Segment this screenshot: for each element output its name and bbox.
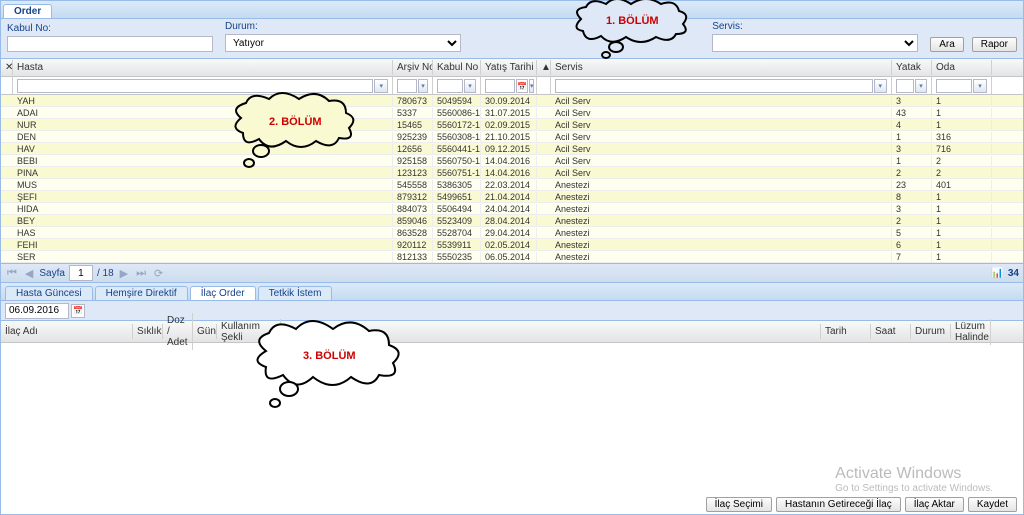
col-tarih[interactable]: Tarih [821, 324, 871, 339]
filter-yatak-dd[interactable]: ▾ [915, 79, 927, 93]
prev-page-icon[interactable]: ◀ [23, 267, 35, 280]
table-row[interactable]: BEY859046552340928.04.2014Anestezi21 [1, 215, 1023, 227]
bottom-grid-header: İlaç Adı Sıklık Doz / Adet Gün Kullanım … [1, 321, 1023, 343]
filter-tarih-dd[interactable]: ▾ [529, 79, 535, 93]
col-ilac-adi[interactable]: İlaç Adı [1, 324, 133, 339]
sub-tab-bar: Hasta Güncesi Hemşire Direktif İlaç Orde… [1, 283, 1023, 301]
table-row[interactable]: HAS863528552870429.04.2014Anestezi51 [1, 227, 1023, 239]
col-servis[interactable]: Servis [551, 60, 892, 75]
servis-label: Servis: [712, 21, 922, 32]
hastanin-getirecegi-button[interactable]: Hastanın Getireceği İlaç [776, 497, 901, 512]
servis-select[interactable] [712, 34, 918, 52]
col-oda[interactable]: Oda [932, 60, 992, 75]
grid-header: ✕ Hasta Arşiv No Kabul No Yatış Tarihi ▲… [1, 59, 1023, 77]
kabul-no-input[interactable] [7, 36, 213, 52]
top-tab-bar: Order [1, 1, 1023, 19]
pager-count: 34 [1008, 268, 1019, 279]
footer-buttons: İlaç Seçimi Hastanın Getireceği İlaç İla… [706, 497, 1017, 512]
filter-yatak[interactable] [896, 79, 914, 93]
table-row[interactable]: YAH780673504959430.09.2014Acil Serv31 [1, 95, 1023, 107]
calendar-icon[interactable]: 📅 [516, 79, 528, 93]
pager: ⏮ ◀ Sayfa / 18 ▶ ⏭ ⟳ 📊 34 [1, 263, 1023, 283]
pager-total: / 18 [97, 268, 114, 279]
table-row[interactable]: NUR154655560172-102.09.2015Acil Serv41 [1, 119, 1023, 131]
table-row[interactable]: FEHI920112553991102.05.2014Anestezi61 [1, 239, 1023, 251]
tab-ilac-order[interactable]: İlaç Order [190, 286, 256, 300]
col-durum[interactable]: Durum [911, 324, 951, 339]
grid-filter-row: ▾ ▾ ▾ 📅▾ ▾ ▾ ▾ [1, 77, 1023, 95]
grid-body: YAH780673504959430.09.2014Acil Serv31ADA… [1, 95, 1023, 263]
pager-label: Sayfa [39, 268, 65, 279]
tab-tetkik-istem[interactable]: Tetkik İstem [258, 286, 333, 300]
filter-kabul-dd[interactable]: ▾ [464, 79, 476, 93]
table-row[interactable]: HIDA884073550649424.04.2014Anestezi31 [1, 203, 1023, 215]
filter-servis-dd[interactable]: ▾ [874, 79, 887, 93]
col-kabul-no[interactable]: Kabul No [433, 60, 481, 75]
date-calendar-icon[interactable]: 📅 [71, 304, 85, 318]
table-row[interactable]: PINA1231235560751-114.04.2016Acil Serv22 [1, 167, 1023, 179]
filter-hasta-dd[interactable]: ▾ [374, 79, 388, 93]
tab-hemsire-direktif[interactable]: Hemşire Direktif [95, 286, 188, 300]
ilac-secimi-button[interactable]: İlaç Seçimi [706, 497, 772, 512]
page-input[interactable] [69, 265, 93, 281]
durum-label: Durum: [225, 21, 465, 32]
col-hasta[interactable]: Hasta [13, 60, 393, 75]
table-row[interactable]: SER812133555023506.05.2014Anestezi71 [1, 251, 1023, 263]
ilac-aktar-button[interactable]: İlaç Aktar [905, 497, 964, 512]
close-column-icon[interactable]: ✕ [1, 60, 13, 75]
col-kullanim-sekli[interactable]: Kullanım Şekli [217, 319, 281, 345]
col-yatak[interactable]: Yatak [892, 60, 932, 75]
date-input[interactable] [5, 303, 69, 319]
filter-oda[interactable] [936, 79, 972, 93]
filter-arsiv-dd[interactable]: ▾ [418, 79, 428, 93]
tab-order[interactable]: Order [3, 4, 52, 18]
filter-kabul[interactable] [437, 79, 463, 93]
kabul-no-label: Kabul No: [7, 23, 217, 34]
table-row[interactable]: DEN9252395560308-121.10.2015Acil Serv131… [1, 131, 1023, 143]
filter-arsiv[interactable] [397, 79, 417, 93]
svg-text:3. BÖLÜM: 3. BÖLÜM [303, 349, 356, 362]
col-yatis-tarihi[interactable]: Yatış Tarihi [481, 60, 537, 75]
col-doz-adet[interactable]: Doz / Adet [163, 313, 193, 350]
filter-panel: Kabul No: Durum: Yatıyor Servis: Ara Rap… [1, 19, 1023, 59]
table-row[interactable]: ADAI53375560086-131.07.2015Acil Serv431 [1, 107, 1023, 119]
col-gun[interactable]: Gün [193, 324, 217, 339]
col-siklik[interactable]: Sıklık [133, 324, 163, 339]
table-row[interactable]: HAV126565560441-109.12.2015Acil Serv3716 [1, 143, 1023, 155]
ara-button[interactable]: Ara [930, 37, 964, 52]
rapor-button[interactable]: Rapor [972, 37, 1017, 52]
last-page-icon[interactable]: ⏭ [134, 267, 148, 280]
col-sort-icon[interactable]: ▲ [537, 60, 551, 75]
durum-select[interactable]: Yatıyor [225, 34, 461, 52]
filter-tarih[interactable] [485, 79, 515, 93]
filter-oda-dd[interactable]: ▾ [973, 79, 987, 93]
col-arsiv-no[interactable]: Arşiv No [393, 60, 433, 75]
date-bar: 📅 [1, 301, 1023, 321]
table-row[interactable]: MUS545558538630522.03.2014Anestezi23401 [1, 179, 1023, 191]
kaydet-button[interactable]: Kaydet [968, 497, 1017, 512]
first-page-icon[interactable]: ⏮ [5, 267, 19, 280]
filter-hasta[interactable] [17, 79, 373, 93]
filter-servis[interactable] [555, 79, 873, 93]
tab-hasta-guncesi[interactable]: Hasta Güncesi [5, 286, 93, 300]
windows-watermark: Activate Windows Go to Settings to activ… [835, 465, 993, 494]
col-luzum-halinde[interactable]: Lüzum Halinde [951, 319, 991, 345]
table-row[interactable]: BEBI9251585560750-114.04.2016Acil Serv12 [1, 155, 1023, 167]
refresh-icon[interactable]: ⟳ [152, 267, 165, 280]
table-row[interactable]: ŞEFI879312549965121.04.2014Anestezi81 [1, 191, 1023, 203]
next-page-icon[interactable]: ▶ [118, 267, 130, 280]
col-saat[interactable]: Saat [871, 324, 911, 339]
col-aciklama[interactable]: Açıklama [281, 324, 821, 339]
chart-icon[interactable]: 📊 [991, 268, 1003, 279]
